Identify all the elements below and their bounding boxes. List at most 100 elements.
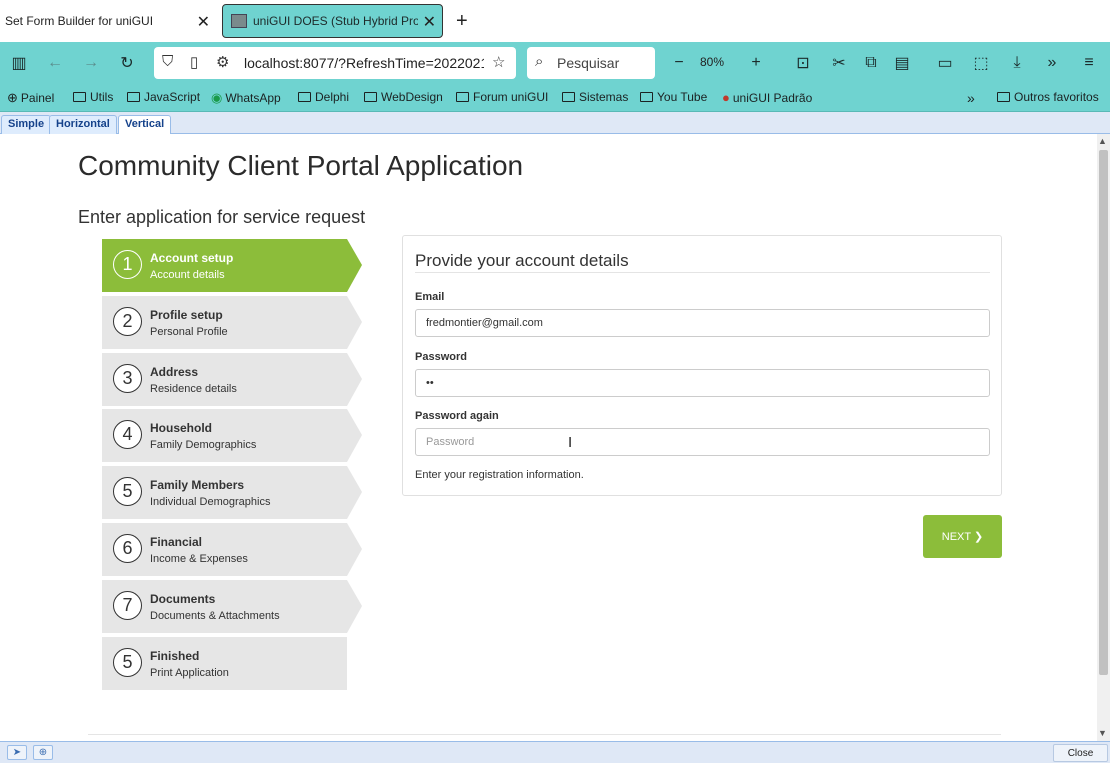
step-title: Profile setup [150, 308, 223, 322]
folder-icon [364, 92, 377, 102]
bookmark-star-icon[interactable]: ☆ [492, 53, 505, 71]
browser-tab-strip: Set Form Builder for uniGUI ✕ uniGUI DOE… [0, 0, 1110, 42]
tab-title: uniGUI DOES (Stub Hybrid Proje [253, 14, 418, 28]
step-subtitle: Documents & Attachments [150, 610, 280, 622]
next-button[interactable]: NEXT ❯ [923, 515, 1002, 558]
step-number: 4 [113, 420, 142, 449]
step-title: Account setup [150, 251, 234, 265]
folder-icon [73, 92, 86, 102]
bookmark-youtube[interactable]: You Tube [640, 90, 707, 104]
bookmark-unigui-padrao[interactable]: ● uniGUI Padrão [722, 90, 812, 105]
bookmark-javascript[interactable]: JavaScript [127, 90, 200, 104]
page-subtitle: Enter application for service request [78, 207, 366, 227]
tab-vertical[interactable]: Vertical [118, 115, 172, 134]
bookmark-label: Delphi [315, 90, 350, 104]
web-icon[interactable]: ⊕ [33, 745, 53, 760]
folder-icon [997, 92, 1010, 102]
cut-icon[interactable]: ✂ [828, 52, 850, 74]
step-subtitle: Account details [150, 269, 225, 281]
bookmark-outros-favoritos[interactable]: Outros favoritos [997, 90, 1099, 104]
step-arrow [347, 409, 362, 462]
bookmark-painel[interactable]: ⊕ Painel [7, 90, 54, 106]
step-household[interactable]: 4 Household Family Demographics [102, 409, 362, 462]
forward-icon[interactable]: → [80, 52, 102, 74]
tab-favicon-icon [231, 14, 247, 28]
menu-icon[interactable]: ≡ [1078, 52, 1100, 74]
search-icon: ⌕ [535, 53, 544, 70]
url-text[interactable]: localhost:8077/?RefreshTime=2022021 [244, 55, 484, 71]
browser-tab-2[interactable]: uniGUI DOES (Stub Hybrid Proje ✕ [222, 4, 443, 38]
password-label: Password [415, 351, 467, 363]
folder-icon [298, 92, 311, 102]
screenshot-icon[interactable]: ⬚ [970, 52, 992, 74]
whatsapp-icon: ◉ [211, 90, 223, 105]
bookmark-label: You Tube [657, 90, 708, 104]
copy-icon[interactable]: ⧉ [860, 52, 882, 74]
paste-icon[interactable]: ▤ [891, 52, 913, 74]
close-tab-icon[interactable]: ✕ [197, 12, 210, 32]
collections-icon[interactable]: ▭ [934, 52, 956, 74]
page-icon[interactable]: ▯ [190, 53, 198, 71]
step-arrow [347, 523, 362, 576]
browser-tab-1[interactable]: Set Form Builder for uniGUI ✕ [0, 4, 216, 38]
shield-icon[interactable]: ⛉ [162, 53, 173, 70]
zoom-in-icon[interactable]: + [745, 52, 767, 74]
sidebar-toggle-icon[interactable]: ▥ [8, 52, 30, 74]
step-number: 2 [113, 307, 142, 336]
bookmark-whatsapp[interactable]: ◉ WhatsApp [211, 90, 281, 106]
telegram-icon[interactable]: ➤ [7, 745, 27, 760]
bookmark-label: Outros favoritos [1014, 90, 1099, 104]
email-field[interactable]: fredmontier@gmail.com [415, 309, 990, 337]
search-box[interactable]: ⌕ Pesquisar [527, 47, 655, 79]
app-tab-bar: Simple Horizontal Vertical [0, 112, 1110, 134]
download-icon[interactable]: ⤓ [1006, 52, 1028, 74]
step-profile-setup[interactable]: 2 Profile setup Personal Profile [102, 296, 362, 349]
bookmarks-overflow-icon[interactable]: » [967, 90, 975, 106]
step-account-setup[interactable]: 1 Account setup Account details [102, 239, 362, 292]
email-label: Email [415, 291, 445, 303]
site-info-icon[interactable]: ⚙ [216, 53, 229, 71]
back-icon[interactable]: ← [44, 52, 66, 74]
vertical-scrollbar[interactable]: ▲ ▼ [1097, 134, 1110, 741]
status-bar: ➤ ⊕ Close [0, 741, 1110, 763]
password-field[interactable]: •• [415, 369, 990, 397]
step-title: Household [150, 421, 212, 435]
step-address[interactable]: 3 Address Residence details [102, 353, 362, 406]
bookmark-delphi[interactable]: Delphi [298, 90, 349, 104]
bookmark-label: Sistemas [579, 90, 629, 104]
password-again-field[interactable]: Password [415, 428, 990, 456]
bookmark-sistemas[interactable]: Sistemas [562, 90, 628, 104]
divider [415, 272, 990, 273]
overflow-icon[interactable]: » [1041, 52, 1063, 74]
close-tab-icon[interactable]: ✕ [423, 12, 436, 32]
downloads-folder-icon[interactable]: ⊡ [792, 52, 814, 74]
step-documents[interactable]: 7 Documents Documents & Attachments [102, 580, 362, 633]
main-content: Community Client Portal Application Ente… [0, 134, 1097, 741]
zoom-level[interactable]: 80% [700, 55, 724, 69]
bookmark-label: uniGUI Padrão [732, 90, 813, 105]
tab-horizontal[interactable]: Horizontal [49, 115, 117, 134]
scroll-up-icon[interactable]: ▲ [1098, 136, 1107, 146]
step-arrow [347, 239, 362, 292]
scroll-down-icon[interactable]: ▼ [1098, 728, 1107, 738]
step-finished[interactable]: 5 Finished Print Application [102, 637, 347, 690]
step-financial[interactable]: 6 Financial Income & Expenses [102, 523, 362, 576]
address-bar[interactable]: ⛉ ▯ ⚙ localhost:8077/?RefreshTime=202202… [154, 47, 516, 79]
account-details-panel: Provide your account details Email fredm… [402, 235, 1002, 496]
folder-icon [127, 92, 140, 102]
bookmark-forum-unigui[interactable]: Forum uniGUI [456, 90, 548, 104]
bookmark-utils[interactable]: Utils [73, 90, 113, 104]
bookmark-webdesign[interactable]: WebDesign [364, 90, 443, 104]
new-tab-icon[interactable]: + [456, 10, 468, 33]
zoom-out-icon[interactable]: − [668, 52, 690, 74]
form-hint: Enter your registration information. [415, 469, 584, 481]
step-number: 7 [113, 591, 142, 620]
bookmark-label: WhatsApp [225, 91, 281, 105]
reload-icon[interactable]: ↻ [116, 52, 138, 74]
close-button[interactable]: Close [1053, 744, 1108, 762]
tab-simple[interactable]: Simple [1, 115, 52, 134]
scrollbar-thumb[interactable] [1099, 150, 1108, 675]
bookmarks-bar: ⊕ Painel Utils JavaScript ◉ WhatsApp Delph… [0, 84, 1110, 112]
step-title: Documents [150, 592, 216, 606]
step-family-members[interactable]: 5 Family Members Individual Demographics [102, 466, 362, 519]
